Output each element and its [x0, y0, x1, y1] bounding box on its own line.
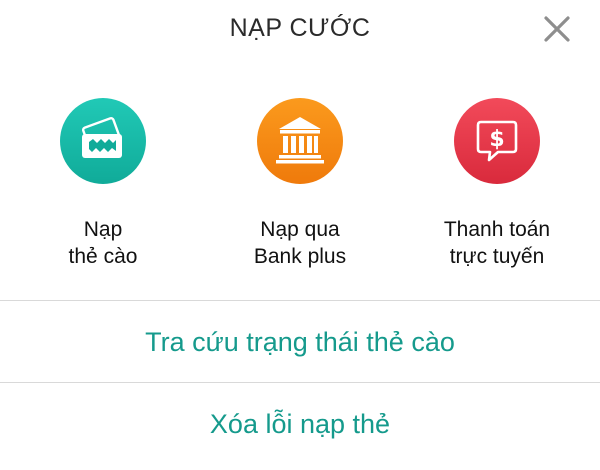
divider — [0, 382, 600, 383]
option-label: Thanh toán trực tuyến — [407, 216, 587, 270]
option-label-line: thẻ cào — [68, 245, 138, 268]
option-scratch-card[interactable]: Nạp thẻ cào — [13, 96, 193, 286]
clear-topup-error-button[interactable]: Xóa lỗi nạp thẻ — [0, 384, 600, 464]
option-label: Nạp qua Bank plus — [210, 216, 390, 270]
option-label-line: Nạp qua — [260, 218, 340, 241]
option-label-line: Nạp — [83, 218, 123, 241]
option-icon-circle: $ — [454, 98, 540, 184]
svg-text:$: $ — [489, 127, 504, 152]
option-bank-plus[interactable]: Nạp qua Bank plus — [210, 96, 390, 286]
option-online-payment[interactable]: $ Thanh toán trực tuyến — [407, 96, 587, 286]
option-label-line: Thanh toán — [443, 218, 551, 241]
divider — [0, 300, 600, 301]
option-label-line: Bank plus — [253, 245, 347, 268]
option-label-line: trực tuyến — [449, 245, 545, 268]
close-icon — [544, 16, 570, 42]
bank-icon — [276, 117, 324, 164]
option-icon-circle — [257, 98, 343, 184]
close-button[interactable] — [540, 12, 574, 46]
check-card-status-button[interactable]: Tra cứu trạng thái thẻ cào — [0, 302, 600, 382]
option-label: Nạp thẻ cào — [13, 216, 193, 270]
option-icon-circle — [60, 98, 146, 184]
dollar-chat-icon: $ — [476, 120, 518, 162]
sheet-title: NẠP CƯỚC — [229, 14, 371, 42]
sheet-header: NẠP CƯỚC — [0, 0, 600, 62]
scratch-card-icon — [81, 116, 122, 158]
topup-options: Nạp thẻ cào Nạp qua Bank plus $ Thanh to… — [0, 96, 600, 286]
topup-sheet: NẠP CƯỚC Nạp thẻ cào Nạp qua Bank plus $… — [0, 0, 600, 470]
